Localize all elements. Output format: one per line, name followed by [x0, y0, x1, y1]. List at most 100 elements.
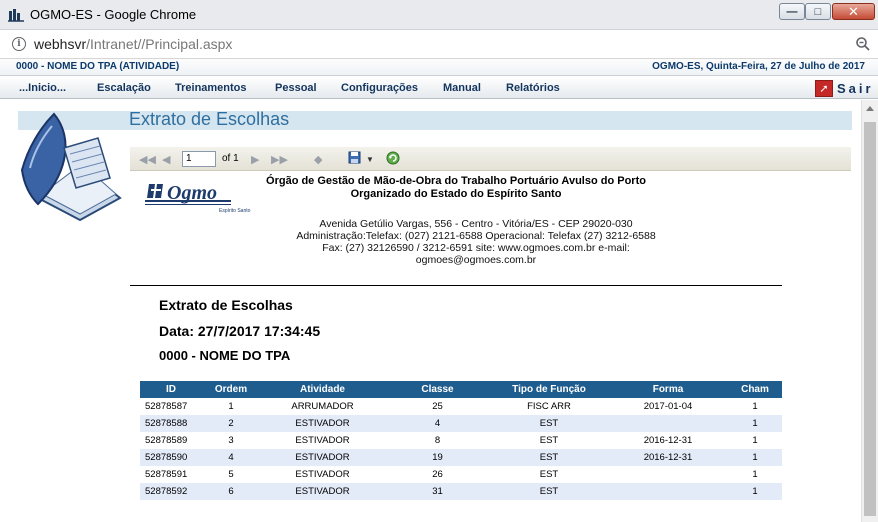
- maximize-icon: □: [814, 5, 822, 18]
- cell-classe: 8: [434, 435, 441, 446]
- menu-item-manual[interactable]: Manual: [443, 82, 481, 94]
- cell-ordem: 1: [228, 401, 234, 412]
- table-row: 52878592 6 ESTIVADOR 31 EST 1: [140, 483, 782, 500]
- menu-bar: ...Inicio... Escalação Treinamentos Pess…: [0, 77, 878, 99]
- cell-atividade: ESTIVADOR: [260, 449, 385, 466]
- cell-cham: 1: [752, 401, 758, 412]
- cell-classe: 19: [385, 449, 490, 466]
- window-title: OGMO-ES - Google Chrome: [30, 7, 197, 22]
- cell-forma: [608, 415, 728, 432]
- cell-forma: 2017-01-04: [643, 401, 693, 412]
- column-header-classe: Classe: [385, 381, 490, 398]
- cell-id: 52878590: [140, 449, 202, 466]
- cell-cham: 1: [728, 483, 782, 500]
- table-row: 52878590 4 ESTIVADOR 19 EST 2016-12-31 1: [140, 449, 782, 466]
- export-dropdown-icon[interactable]: ▼: [366, 155, 374, 164]
- url-text[interactable]: webhsvr/Intranet//Principal.aspx: [34, 36, 232, 52]
- app-header: 0000 - NOME DO TPA (ATIVIDADE) OGMO-ES, …: [0, 59, 878, 76]
- cell-atividade: ESTIVADOR: [295, 469, 350, 480]
- save-icon[interactable]: [348, 151, 362, 165]
- cell-tipo-funcao: EST: [490, 449, 608, 466]
- table-row: 52878591 5 ESTIVADOR 26 EST 1: [140, 466, 782, 483]
- menu-item-treinamentos[interactable]: Treinamentos: [175, 82, 247, 94]
- scrollbar-thumb[interactable]: [864, 122, 876, 516]
- table-row: 52878587 1 ARRUMADOR 25 FISC ARR 2017-01…: [140, 398, 782, 415]
- menu-item-escalacao[interactable]: Escalação: [97, 82, 151, 94]
- exit-icon: ➚: [815, 79, 833, 97]
- url-path: /Intranet//Principal.aspx: [86, 36, 233, 52]
- cell-classe: 25: [432, 401, 443, 412]
- column-header-forma: Forma: [608, 381, 728, 398]
- exit-button[interactable]: ➚ Sair: [815, 79, 874, 97]
- cell-classe: 31: [385, 483, 490, 500]
- last-page-icon[interactable]: ▶▶: [271, 153, 288, 166]
- page-count-label: of 1: [222, 153, 239, 164]
- documents-logo-icon: [20, 112, 122, 222]
- cell-atividade: ESTIVADOR: [295, 435, 350, 446]
- scroll-up-icon[interactable]: [866, 106, 874, 111]
- cell-cham: 1: [728, 415, 782, 432]
- back-icon[interactable]: ◆: [314, 153, 322, 166]
- user-label: 0000 - NOME DO TPA (ATIVIDADE): [16, 61, 180, 72]
- column-header-atividade: Atividade: [260, 381, 385, 398]
- zoom-icon[interactable]: [855, 36, 871, 52]
- column-header-tipo-funcao: Tipo de Função: [490, 381, 608, 398]
- exit-label: Sair: [837, 80, 874, 96]
- cell-classe: 4: [385, 415, 490, 432]
- address-line-3: Fax: (27) 32126590 / 3212-6591 site: www…: [322, 242, 630, 254]
- cell-classe: 26: [432, 469, 443, 480]
- prev-page-icon[interactable]: ◀: [162, 153, 170, 166]
- cell-ordem: 3: [228, 435, 234, 446]
- report-date: Data: 27/7/2017 17:34:45: [159, 323, 321, 339]
- page-number-input[interactable]: 1: [182, 151, 216, 167]
- vertical-scrollbar[interactable]: [861, 100, 878, 522]
- report-worker: 0000 - NOME DO TPA: [159, 348, 291, 363]
- cell-atividade: ARRUMADOR: [291, 401, 354, 412]
- refresh-icon[interactable]: [386, 151, 400, 165]
- organization-line-2: Organizado do Estado do Espírito Santo: [350, 188, 562, 200]
- address-bar[interactable]: i webhsvr/Intranet//Principal.aspx: [0, 30, 878, 59]
- close-button[interactable]: ✕: [832, 3, 875, 20]
- cell-cham: 1: [752, 435, 758, 446]
- organization-address: Avenida Getúlio Vargas, 556 - Centro - V…: [230, 218, 722, 266]
- cell-forma: 2016-12-31: [608, 449, 728, 466]
- report-divider: [130, 285, 782, 286]
- cell-tipo-funcao: EST: [539, 469, 559, 480]
- ogmo-logo-text: Ogmo: [167, 182, 217, 204]
- cell-atividade: ESTIVADOR: [260, 483, 385, 500]
- menu-item-inicio[interactable]: ...Inicio...: [19, 82, 66, 94]
- organization-line-1: Órgão de Gestão de Mão-de-Obra do Trabal…: [266, 175, 646, 187]
- maximize-button[interactable]: □: [805, 3, 831, 20]
- cell-atividade: ESTIVADOR: [260, 415, 385, 432]
- window-titlebar: OGMO-ES - Google Chrome — □ ✕: [0, 0, 878, 30]
- column-header-id: ID: [140, 381, 202, 398]
- column-header-ordem: Ordem: [202, 381, 260, 398]
- address-line-4: ogmoes@ogmoes.com.br: [415, 254, 537, 266]
- minimize-icon: —: [786, 5, 798, 18]
- cell-id: 52878589: [145, 435, 188, 446]
- menu-item-pessoal[interactable]: Pessoal: [275, 82, 317, 94]
- cell-tipo-funcao: EST: [539, 435, 559, 446]
- cell-ordem: 4: [202, 449, 260, 466]
- cell-ordem: 2: [202, 415, 260, 432]
- cell-cham: 1: [728, 449, 782, 466]
- url-host: webhsvr: [34, 36, 87, 52]
- menu-item-configuracoes[interactable]: Configurações: [341, 82, 418, 94]
- ogmo-logo-subtext: Espírito Santo: [219, 208, 251, 214]
- cell-ordem: 5: [228, 469, 234, 480]
- first-page-icon[interactable]: ◀◀: [139, 153, 156, 166]
- cell-forma: [608, 466, 728, 483]
- cell-tipo-funcao: EST: [490, 415, 608, 432]
- next-page-icon[interactable]: ▶: [251, 153, 259, 166]
- minimize-button[interactable]: —: [779, 3, 805, 20]
- report-viewer-toolbar: ◀◀ ◀ 1 of 1 ▶ ▶▶ ◆ ▼: [130, 147, 851, 171]
- app-icon: [8, 9, 24, 22]
- info-icon[interactable]: i: [12, 37, 26, 51]
- report-title: Extrato de Escolhas: [159, 297, 293, 313]
- menu-item-relatorios[interactable]: Relatórios: [506, 82, 560, 94]
- organization-title: Órgão de Gestão de Mão-de-Obra do Trabal…: [230, 175, 682, 201]
- cell-ordem: 6: [202, 483, 260, 500]
- choices-table: ID Ordem Atividade Classe Tipo de Função…: [140, 381, 782, 500]
- address-line-1: Avenida Getúlio Vargas, 556 - Centro - V…: [319, 218, 633, 230]
- cell-id: 52878587: [145, 401, 188, 412]
